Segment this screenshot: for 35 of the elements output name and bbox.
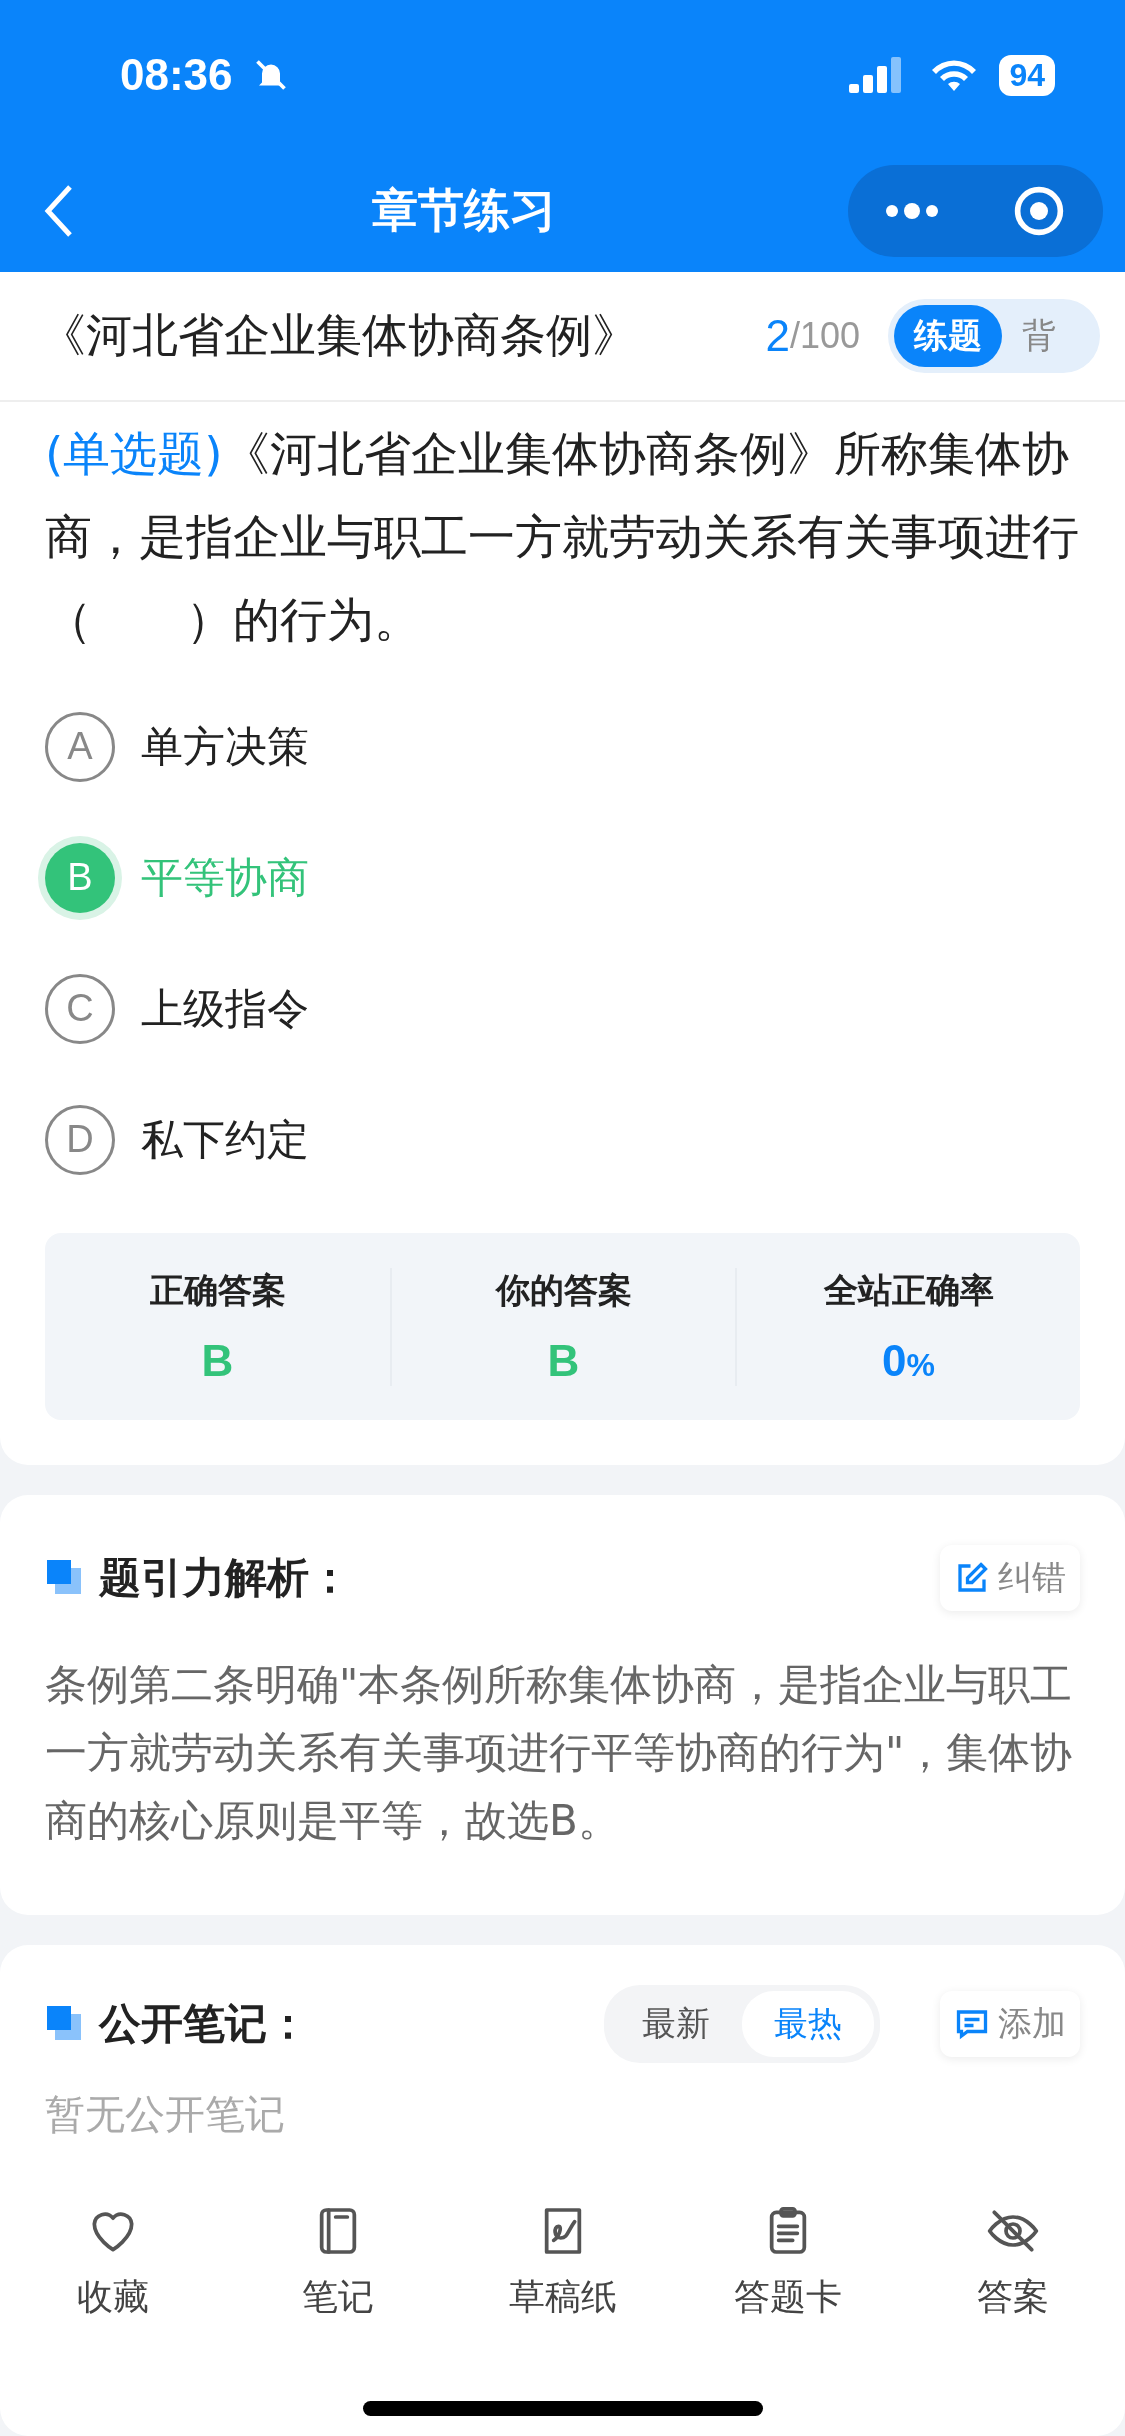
section-title: 题引力解析：: [99, 1552, 351, 1604]
result-label: 正确答案: [149, 1268, 286, 1312]
toolbar-button[interactable]: 答题卡: [675, 2202, 900, 2323]
result-value: 0%: [882, 1335, 935, 1386]
mode-tab[interactable]: 背: [1002, 305, 1076, 367]
toolbar-button[interactable]: 草稿纸: [450, 2202, 675, 2323]
question-text: (单选题)《河北省企业集体协商条例》所称集体协商，是指企业与职工一方就劳动关系有关事项进行（ ）的行为。: [45, 425, 1080, 649]
option-text[interactable]: 单方决策: [141, 718, 309, 775]
result-value: B: [547, 1335, 580, 1386]
book-title: 《河北省企业集体协商条例》: [40, 307, 639, 364]
option-text[interactable]: 私下约定: [141, 1111, 309, 1168]
option-letter[interactable]: D: [45, 1104, 115, 1175]
result-label: 全站正确率: [823, 1268, 994, 1312]
question-number: 2: [765, 311, 790, 361]
page-title: 章节练习: [372, 182, 556, 239]
add-note-button[interactable]: 添加: [940, 1991, 1080, 2057]
empty-notes-text: 暂无公开笔记: [44, 2090, 286, 2139]
mode-tab[interactable]: 练题: [894, 305, 1002, 367]
option-text[interactable]: 上级指令: [141, 980, 309, 1037]
result-label: 你的答案: [495, 1268, 632, 1312]
toolbar-button[interactable]: 答案: [900, 2202, 1125, 2323]
option-letter[interactable]: C: [45, 973, 115, 1044]
sort-tab[interactable]: 最新: [610, 1991, 742, 2057]
sort-tab[interactable]: 最热: [742, 1991, 874, 2057]
option-letter[interactable]: A: [45, 711, 115, 782]
option-text[interactable]: 平等协商: [141, 849, 309, 906]
analysis-text: 条例第二条明确"本条例所称集体协商，是指企业与职工一方就劳动关系有关事项进行平等协商的行为"，集体协商的核心原则是平等，故选B。: [44, 1659, 1074, 1847]
question-total: /100: [789, 315, 860, 357]
result-value: B: [201, 1335, 234, 1386]
toolbar-button[interactable]: 笔记: [225, 2202, 450, 2323]
toolbar-button[interactable]: 收藏: [0, 2202, 225, 2323]
battery-level: 94: [999, 54, 1055, 96]
clock-time: 08:36: [120, 50, 233, 100]
section-title: 公开笔记：: [99, 1998, 309, 2050]
report-error-button[interactable]: 纠错: [940, 1545, 1080, 1611]
